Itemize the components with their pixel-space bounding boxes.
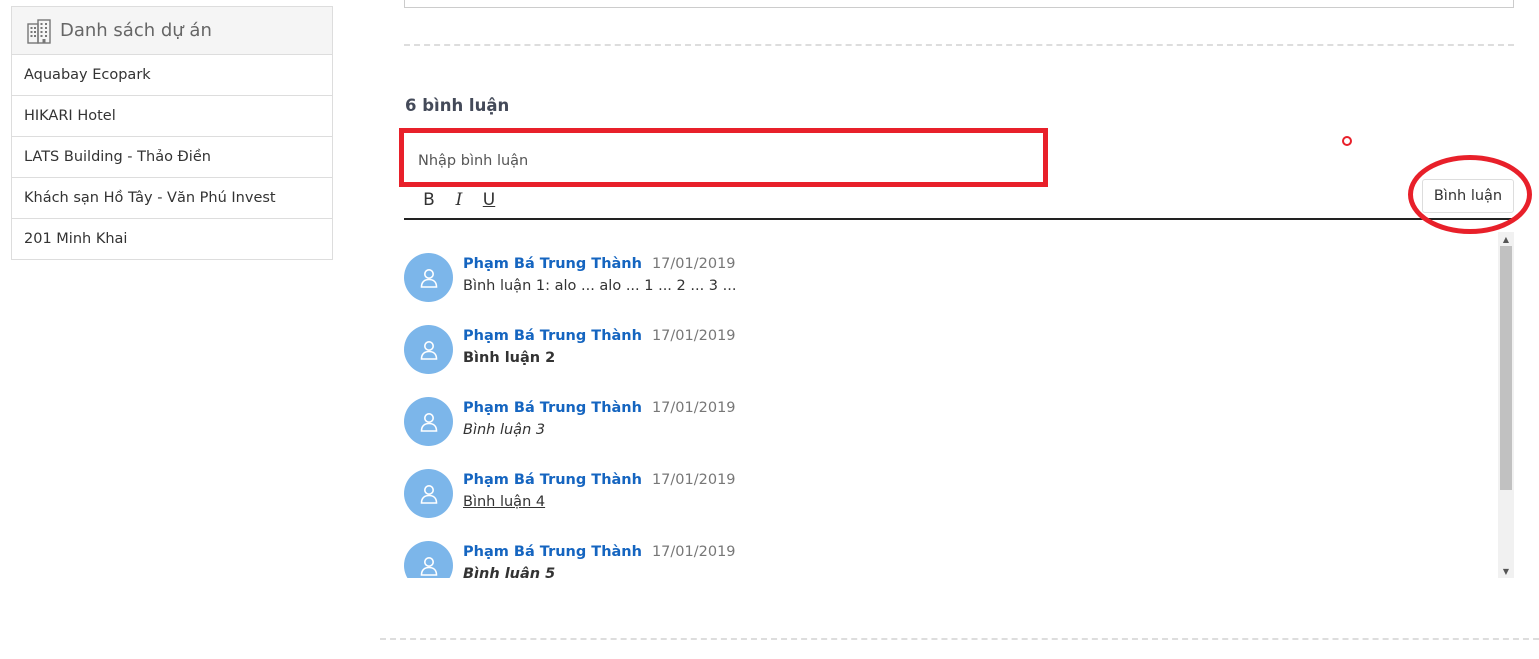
comment-item: Phạm Bá Trung Thành 17/01/2019 Bình luận…	[404, 541, 736, 578]
comment-text: Bình luận 2	[463, 350, 556, 366]
avatar	[404, 253, 453, 302]
avatar	[404, 541, 453, 578]
avatar	[404, 325, 453, 374]
section-divider-bottom	[380, 638, 1539, 640]
comment-author[interactable]: Phạm Bá Trung Thành	[463, 544, 642, 560]
comment-author[interactable]: Phạm Bá Trung Thành	[463, 256, 642, 272]
comment-list-scrollbar[interactable]: ▲ ▼	[1498, 232, 1514, 578]
comment-author[interactable]: Phạm Bá Trung Thành	[463, 328, 642, 344]
comment-text: Bình luận 5	[463, 566, 556, 578]
comment-date: 17/01/2019	[651, 328, 736, 344]
scroll-down-arrow-icon[interactable]: ▼	[1498, 564, 1514, 578]
annotation-dot	[1342, 136, 1352, 146]
comment-date: 17/01/2019	[651, 544, 736, 560]
comment-date: 17/01/2019	[651, 400, 736, 416]
scroll-up-arrow-icon[interactable]: ▲	[1498, 232, 1514, 246]
comment-text: Bình luận 3	[463, 422, 546, 438]
scrollbar-thumb[interactable]	[1500, 246, 1512, 490]
editor-toolbar: B I U	[421, 190, 497, 210]
avatar	[404, 469, 453, 518]
user-icon	[420, 412, 437, 432]
underline-button[interactable]: U	[481, 190, 497, 210]
comment-text: Bình luận 1: alo ... alo ... 1 ... 2 ...…	[463, 278, 737, 294]
comment-item: Phạm Bá Trung Thành 17/01/2019 Bình luận…	[404, 253, 736, 313]
comment-item: Phạm Bá Trung Thành 17/01/2019 Bình luận…	[404, 469, 736, 529]
project-list-title: Danh sách dự án	[60, 20, 212, 41]
project-item-khach-san-ho-tay[interactable]: Khách sạn Hồ Tây - Văn Phú Invest	[12, 178, 332, 219]
comment-item: Phạm Bá Trung Thành 17/01/2019 Bình luận…	[404, 397, 736, 457]
building-icon	[27, 18, 51, 44]
user-icon	[420, 556, 437, 576]
project-item-lats-building[interactable]: LATS Building - Thảo Điền	[12, 137, 332, 178]
comment-date: 17/01/2019	[651, 472, 736, 488]
project-item-aquabay-ecopark[interactable]: Aquabay Ecopark	[12, 55, 332, 96]
user-icon	[420, 340, 437, 360]
project-item-hikari-hotel[interactable]: HIKARI Hotel	[12, 96, 332, 137]
user-icon	[420, 268, 437, 288]
bold-button[interactable]: B	[421, 190, 437, 210]
editor-bottom-border	[404, 218, 1514, 220]
comment-date: 17/01/2019	[651, 256, 736, 272]
project-list-header: Danh sách dự án	[12, 7, 332, 55]
avatar	[404, 397, 453, 446]
comment-count-heading: 6 bình luận	[405, 96, 510, 115]
comment-input[interactable]: Nhập bình luận	[399, 128, 1048, 187]
user-icon	[420, 484, 437, 504]
comment-item: Phạm Bá Trung Thành 17/01/2019 Bình luận…	[404, 325, 736, 385]
comment-text: Bình luận 4	[463, 494, 546, 510]
project-list-panel: Danh sách dự án Aquabay Ecopark HIKARI H…	[11, 6, 333, 260]
content-box-bottom-edge	[404, 0, 1514, 8]
project-item-201-minh-khai[interactable]: 201 Minh Khai	[12, 219, 332, 259]
italic-button[interactable]: I	[451, 190, 467, 210]
submit-comment-button[interactable]: Bình luận	[1422, 179, 1514, 213]
section-divider	[404, 44, 1514, 46]
comment-list: Phạm Bá Trung Thành 17/01/2019 Bình luận…	[404, 232, 1498, 578]
comment-author[interactable]: Phạm Bá Trung Thành	[463, 400, 642, 416]
comment-author[interactable]: Phạm Bá Trung Thành	[463, 472, 642, 488]
